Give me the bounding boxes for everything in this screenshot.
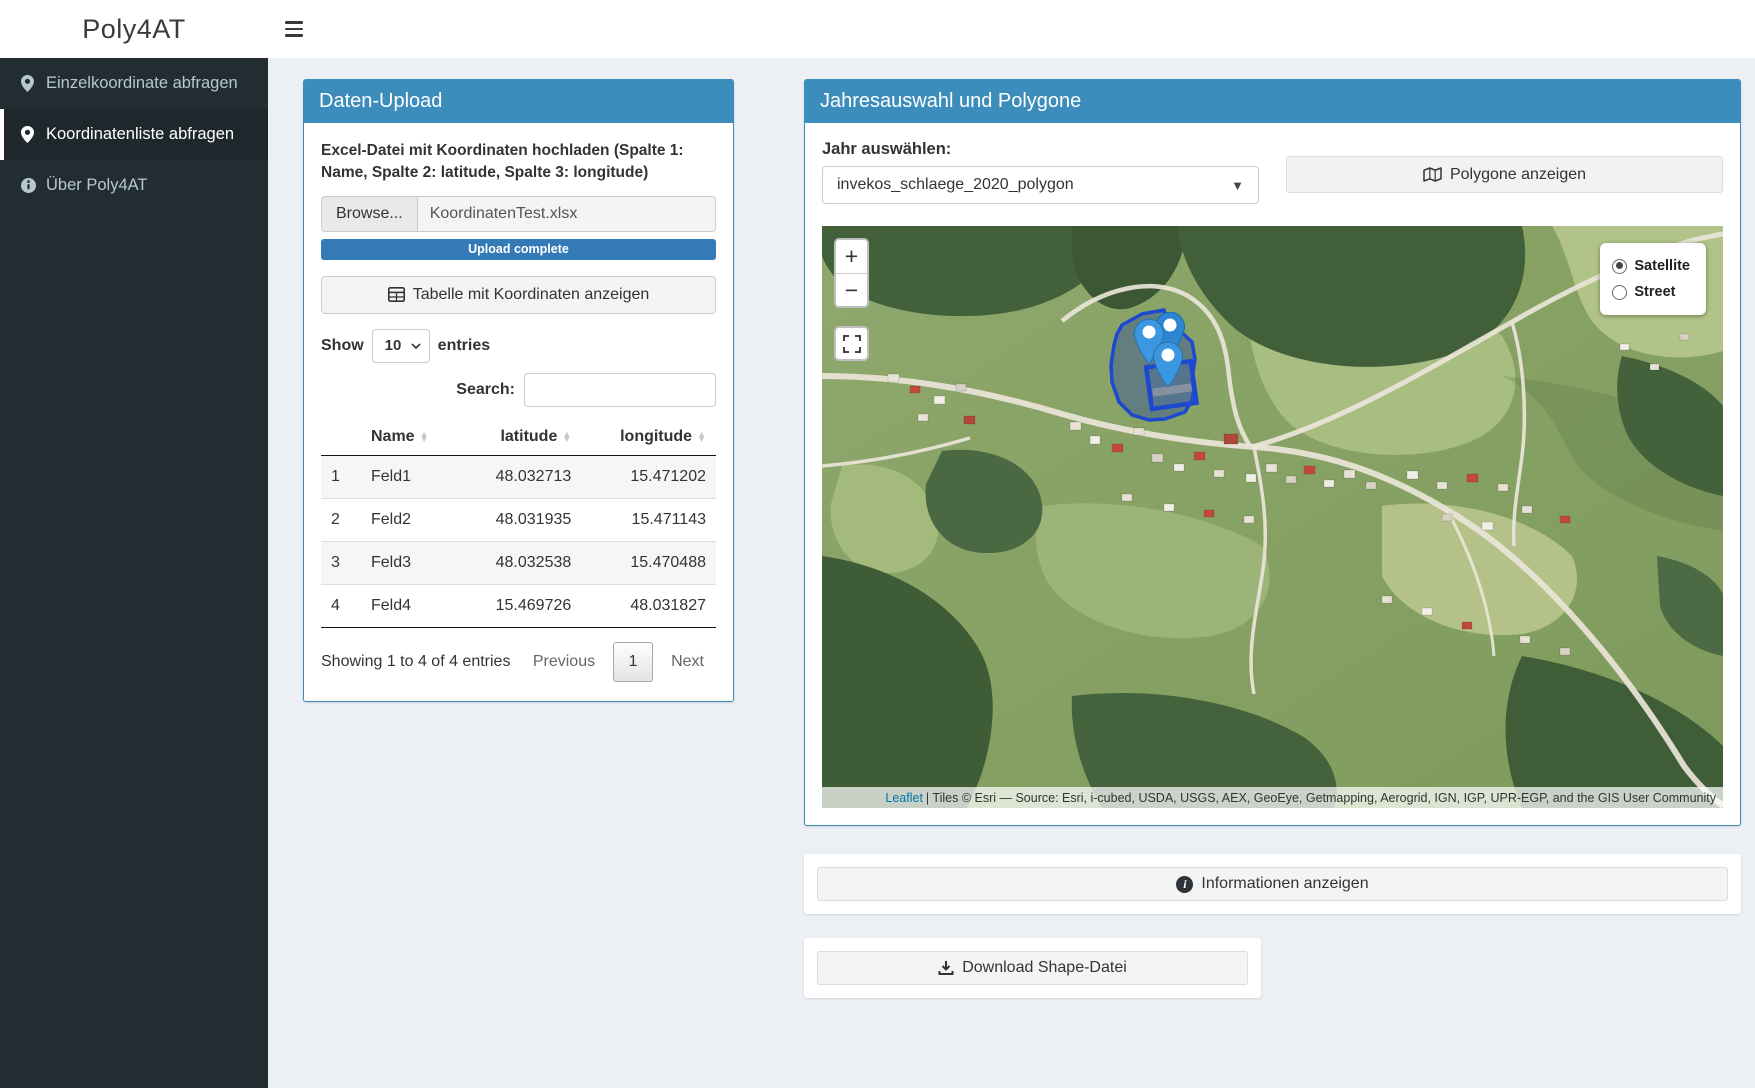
layer-option-satellite[interactable]: Satellite <box>1610 253 1692 279</box>
zoom-in-button[interactable]: + <box>836 240 867 273</box>
zoom-out-button[interactable]: − <box>836 273 867 306</box>
show-label: Show <box>321 337 364 355</box>
upload-progress-bar: Upload complete <box>321 239 716 260</box>
browse-button[interactable]: Browse... <box>321 196 418 232</box>
current-page-button[interactable]: 1 <box>613 642 653 682</box>
sidebar-item-label: Koordinatenliste abfragen <box>46 125 234 144</box>
sidebar-item-koordinatenliste[interactable]: Koordinatenliste abfragen <box>0 109 268 160</box>
show-table-button[interactable]: Tabelle mit Koordinaten anzeigen <box>321 276 716 314</box>
upload-box-title: Daten-Upload <box>304 80 733 123</box>
map-box: Jahresauswahl und Polygone Jahr auswähle… <box>804 79 1741 826</box>
download-shape-button[interactable]: Download Shape-Datei <box>817 951 1248 985</box>
leaflet-link[interactable]: Leaflet <box>885 791 923 805</box>
top-header: Poly4AT <box>0 0 1755 58</box>
sidebar-item-ueber[interactable]: Über Poly4AT <box>0 160 268 211</box>
sidebar-item-label: Einzelkoordinate abfragen <box>46 74 238 93</box>
info-card: i Informationen anzeigen <box>804 854 1741 914</box>
table-row[interactable]: 3 Feld3 48.032538 15.470488 <box>321 541 716 584</box>
info-circle-icon: i <box>1176 876 1193 893</box>
sidebar-toggle-icon[interactable] <box>268 0 320 58</box>
layer-label: Satellite <box>1634 258 1690 274</box>
satellite-imagery <box>822 226 1723 808</box>
page-length-select[interactable]: 10 <box>372 329 430 363</box>
info-circle-icon <box>21 177 36 194</box>
table-row[interactable]: 2 Feld2 48.031935 15.471143 <box>321 498 716 541</box>
sort-icon: ▲▼ <box>420 432 429 443</box>
table-pagination: Previous 1 Next <box>521 642 716 682</box>
table-row[interactable]: 4 Feld4 15.469726 48.031827 <box>321 584 716 627</box>
chevron-down-icon <box>411 343 421 349</box>
main-content: Daten-Upload Excel-Datei mit Koordinaten… <box>268 58 1755 1088</box>
caret-down-icon: ▼ <box>1231 178 1244 193</box>
upload-instruction: Excel-Datei mit Koordinaten hochladen (S… <box>321 140 716 185</box>
show-table-button-label: Tabelle mit Koordinaten anzeigen <box>413 286 650 304</box>
index-column-header[interactable] <box>321 419 361 456</box>
entries-label: entries <box>438 337 490 355</box>
name-column-header[interactable]: Name ▲▼ <box>361 419 460 456</box>
app-logo[interactable]: Poly4AT <box>0 0 268 58</box>
map-marker-icon <box>21 75 36 92</box>
map-box-title: Jahresauswahl und Polygone <box>805 80 1740 123</box>
table-row[interactable]: 1 Feld1 48.032713 15.471202 <box>321 455 716 498</box>
upload-progress-label: Upload complete <box>468 242 569 256</box>
page-length-value: 10 <box>385 337 402 354</box>
leaflet-map[interactable]: + − Satellite <box>822 226 1723 808</box>
show-polygons-button-label: Polygone anzeigen <box>1450 166 1586 184</box>
show-info-button-label: Informationen anzeigen <box>1201 875 1368 893</box>
longitude-column-header[interactable]: longitude ▲▼ <box>581 419 716 456</box>
fullscreen-button[interactable] <box>834 326 869 361</box>
attribution-text: | Tiles © Esri — Source: Esri, i-cubed, … <box>926 791 1716 805</box>
sort-icon: ▲▼ <box>562 432 571 443</box>
year-select-group: Jahr auswählen: invekos_schlaege_2020_po… <box>822 140 1259 204</box>
download-card: Download Shape-Datei <box>804 938 1261 998</box>
layers-control: Satellite Street <box>1600 243 1706 315</box>
year-select-value: invekos_schlaege_2020_polygon <box>837 176 1074 194</box>
zoom-control: + − <box>834 238 869 308</box>
sidebar: Einzelkoordinate abfragen Koordinatenlis… <box>0 58 268 1088</box>
search-input[interactable] <box>524 373 716 407</box>
table-search: Search: <box>321 373 716 407</box>
previous-page-button[interactable]: Previous <box>521 645 607 679</box>
show-info-button[interactable]: i Informationen anzeigen <box>817 867 1728 901</box>
year-select[interactable]: invekos_schlaege_2020_polygon ▼ <box>822 166 1259 204</box>
year-select-label: Jahr auswählen: <box>822 140 1259 159</box>
sort-icon: ▲▼ <box>697 432 706 443</box>
radio-selected-icon <box>1612 259 1627 274</box>
next-page-button[interactable]: Next <box>659 645 716 679</box>
sidebar-item-label: Über Poly4AT <box>46 176 147 195</box>
latitude-column-header[interactable]: latitude ▲▼ <box>460 419 582 456</box>
layer-label: Street <box>1634 284 1675 300</box>
table-length-control: Show 10 entries <box>321 329 716 363</box>
coordinates-table: Name ▲▼ latitude ▲▼ longitude <box>321 419 716 628</box>
fullscreen-icon <box>843 335 861 353</box>
radio-icon <box>1612 285 1627 300</box>
download-icon <box>938 960 954 976</box>
map-icon <box>1423 167 1442 182</box>
file-name-field[interactable]: KoordinatenTest.xlsx <box>418 196 716 232</box>
table-icon <box>388 287 405 302</box>
app-root: Poly4AT Einzelkoordinate abfragen Koordi… <box>0 0 1755 1088</box>
layer-option-street[interactable]: Street <box>1610 279 1692 305</box>
download-button-label: Download Shape-Datei <box>962 959 1127 977</box>
upload-box: Daten-Upload Excel-Datei mit Koordinaten… <box>303 79 734 702</box>
map-attribution: Leaflet | Tiles © Esri — Source: Esri, i… <box>822 787 1723 808</box>
show-polygons-button[interactable]: Polygone anzeigen <box>1286 156 1723 193</box>
map-marker-icon <box>21 126 36 143</box>
table-info: Showing 1 to 4 of 4 entries <box>321 653 510 671</box>
sidebar-item-einzelkoordinate[interactable]: Einzelkoordinate abfragen <box>0 58 268 109</box>
search-label: Search: <box>456 381 515 399</box>
file-input: Browse... KoordinatenTest.xlsx <box>321 196 716 232</box>
